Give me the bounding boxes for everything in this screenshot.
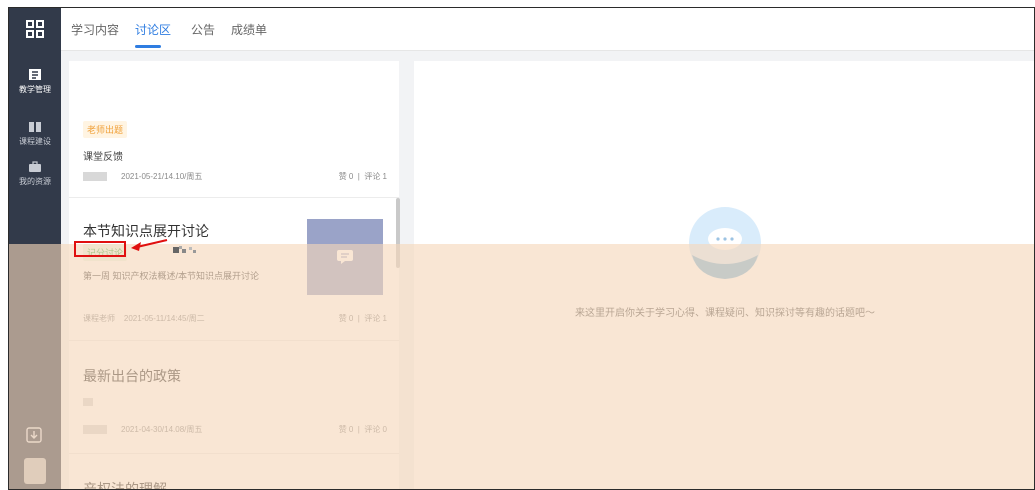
discussion-list: 老师出题 课堂反馈 2021-05-21/14.10/周五 赞 0 | 评论 1…: [69, 61, 399, 490]
post-meta: 2021-05-11/14:45/周二: [123, 314, 205, 323]
redaction-noise: [173, 246, 196, 253]
tab-learning-content[interactable]: 学习内容: [71, 21, 119, 38]
empty-state-text: 来这里开启你关于学习心得、课程疑问、知识探讨等有趣的话题吧～: [575, 308, 875, 319]
post-subtitle: 课堂反馈: [83, 152, 123, 163]
author-name-blurred: [83, 425, 107, 435]
sidebar-item-label: 课程建设: [19, 137, 51, 146]
tab-discussion[interactable]: 讨论区: [135, 21, 171, 38]
tab-bar: 学习内容 讨论区 公告 成绩单: [61, 8, 1034, 51]
list-item[interactable]: 老师出题 课堂反馈 2021-05-21/14.10/周五 赞 0 | 评论 1: [69, 61, 399, 198]
sidebar-item-teaching[interactable]: 教学管理: [9, 68, 61, 95]
post-meta: 2021-04-30/14.08/周五: [121, 425, 203, 434]
comment-count[interactable]: 评论 0: [364, 425, 387, 434]
discussion-detail-panel: 来这里开启你关于学习心得、课程疑问、知识探讨等有趣的话题吧～: [414, 61, 1034, 489]
tab-announcement[interactable]: 公告: [191, 21, 215, 38]
list-item[interactable]: 最新出台的政策 2021-04-30/14.08/周五 赞 0 | 评论 0: [69, 340, 399, 454]
app-logo-icon[interactable]: [9, 8, 61, 50]
briefcase-icon: [29, 161, 41, 172]
post-thumbnail[interactable]: [307, 219, 383, 295]
post-tag: 老师出题: [83, 121, 128, 138]
book-manage-icon: [29, 69, 41, 80]
chat-bubble-icon: [689, 207, 761, 279]
books-icon: [29, 122, 41, 132]
sidebar: 教学管理 课程建设 我的资源: [9, 8, 61, 489]
post-meta: 2021-05-21/14.10/周五: [121, 172, 203, 181]
post-title: 最新出台的政策: [83, 368, 181, 384]
post-content-blurred: [83, 398, 93, 406]
download-icon[interactable]: [25, 426, 43, 444]
active-tab-indicator: [135, 45, 161, 48]
author-name-blurred: [83, 172, 107, 182]
comment-count[interactable]: 评论 1: [364, 172, 387, 181]
list-item[interactable]: 产权法的理解: [69, 453, 399, 490]
sidebar-item-label: 我的资源: [19, 177, 51, 186]
post-subtitle: 第一周 知识产权法概述/本节知识点展开讨论: [83, 271, 260, 281]
list-item[interactable]: 本节知识点展开讨论 记分讨论 第一周 知识产权法概述/本节知识点展开讨论 课程老…: [69, 197, 399, 341]
like-count[interactable]: 赞 0: [339, 425, 354, 434]
like-count[interactable]: 赞 0: [339, 314, 354, 323]
sidebar-item-label: 教学管理: [19, 85, 51, 94]
post-title: 产权法的理解: [83, 481, 167, 490]
app-window: 教学管理 课程建设 我的资源 学习内容 讨论区 公告 成绩单 老师出题 课堂反馈…: [8, 7, 1035, 490]
comment-icon: [337, 250, 353, 264]
annotation-arrow-icon: [131, 239, 168, 251]
avatar[interactable]: [24, 458, 46, 484]
sidebar-item-course-build[interactable]: 课程建设: [9, 121, 61, 147]
like-count[interactable]: 赞 0: [339, 172, 354, 181]
annotation-highlight-box: [74, 241, 126, 257]
tab-grades[interactable]: 成绩单: [231, 21, 267, 38]
sidebar-item-resources[interactable]: 我的资源: [9, 161, 61, 187]
list-scrollbar[interactable]: [396, 198, 400, 268]
comment-count[interactable]: 评论 1: [364, 314, 387, 323]
post-author: 课程老师: [83, 314, 115, 323]
